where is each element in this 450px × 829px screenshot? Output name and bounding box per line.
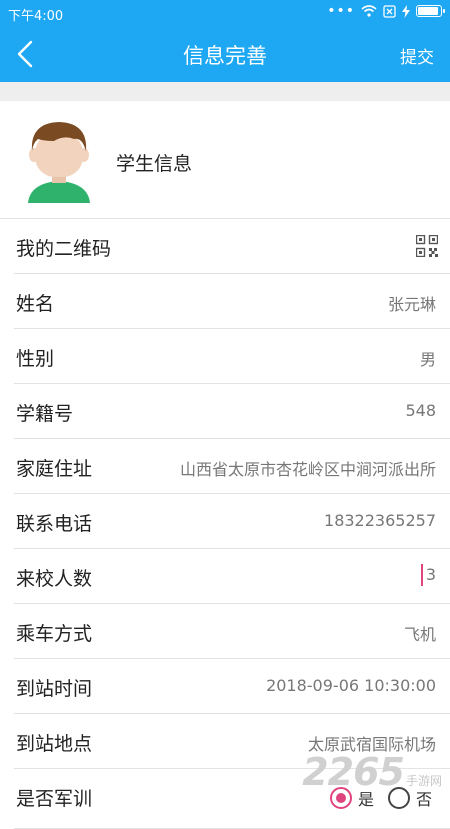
section-divider bbox=[0, 82, 450, 101]
student-info-label: 学生信息 bbox=[116, 153, 193, 175]
row-label: 姓名 bbox=[16, 293, 55, 315]
status-time: 下午4:00 bbox=[8, 9, 64, 24]
row-phone[interactable]: 联系电话 18322365257 bbox=[0, 494, 450, 549]
info-list: 我的二维码 姓名 张元琳 性别 男 学籍号 548 家庭住址 山西省太原市杏花岭… bbox=[0, 219, 450, 829]
row-label: 学籍号 bbox=[16, 403, 74, 425]
charging-icon bbox=[402, 4, 410, 18]
visitor-count-input[interactable]: 3 bbox=[420, 564, 436, 586]
name-value[interactable]: 张元琳 bbox=[388, 291, 436, 315]
student-profile-header[interactable]: 学生信息 bbox=[0, 101, 450, 219]
row-label: 来校人数 bbox=[16, 568, 93, 590]
student-id-value[interactable]: 548 bbox=[405, 401, 436, 420]
row-home-address[interactable]: 家庭住址 山西省太原市杏花岭区中涧河派出所 bbox=[0, 439, 450, 494]
site-watermark: 2265 手游网 bbox=[302, 750, 442, 794]
battery-icon bbox=[416, 5, 445, 17]
phone-value[interactable]: 18322365257 bbox=[324, 511, 436, 530]
status-icons: ••• bbox=[327, 3, 445, 19]
qr-code-icon[interactable] bbox=[416, 235, 438, 257]
row-label: 到站地点 bbox=[16, 733, 93, 755]
row-gender[interactable]: 性别 男 bbox=[0, 329, 450, 384]
avatar bbox=[28, 122, 90, 203]
nav-bar: 信息完善 提交 bbox=[0, 26, 450, 82]
home-address-value[interactable]: 山西省太原市杏花岭区中涧河派出所 bbox=[180, 456, 436, 480]
row-visitor-count[interactable]: 来校人数 3 bbox=[0, 549, 450, 604]
watermark-number: 2265 bbox=[302, 750, 405, 794]
row-label: 性别 bbox=[16, 348, 55, 370]
row-label: 家庭住址 bbox=[16, 458, 93, 480]
watermark-text: 手游网 bbox=[405, 774, 442, 788]
gender-value[interactable]: 男 bbox=[420, 346, 436, 370]
row-label: 联系电话 bbox=[16, 513, 93, 535]
row-label: 到站时间 bbox=[16, 678, 93, 700]
no-sim-icon bbox=[383, 4, 396, 18]
page-title: 信息完善 bbox=[183, 44, 267, 68]
row-label: 乘车方式 bbox=[16, 623, 93, 645]
row-student-id[interactable]: 学籍号 548 bbox=[0, 384, 450, 439]
row-name[interactable]: 姓名 张元琳 bbox=[0, 274, 450, 329]
row-label: 我的二维码 bbox=[16, 238, 112, 260]
submit-button[interactable]: 提交 bbox=[400, 43, 434, 68]
arrival-time-value[interactable]: 2018-09-06 10:30:00 bbox=[266, 676, 436, 695]
status-bar: 下午4:00 ••• bbox=[0, 0, 450, 26]
row-transport[interactable]: 乘车方式 飞机 bbox=[0, 604, 450, 659]
transport-value[interactable]: 飞机 bbox=[404, 621, 436, 645]
row-qr-code[interactable]: 我的二维码 bbox=[0, 219, 450, 274]
wifi-icon bbox=[361, 5, 377, 17]
row-label: 是否军训 bbox=[16, 788, 93, 810]
row-arrival-time[interactable]: 到站时间 2018-09-06 10:30:00 bbox=[0, 659, 450, 714]
signal-dots-icon: ••• bbox=[327, 3, 355, 19]
